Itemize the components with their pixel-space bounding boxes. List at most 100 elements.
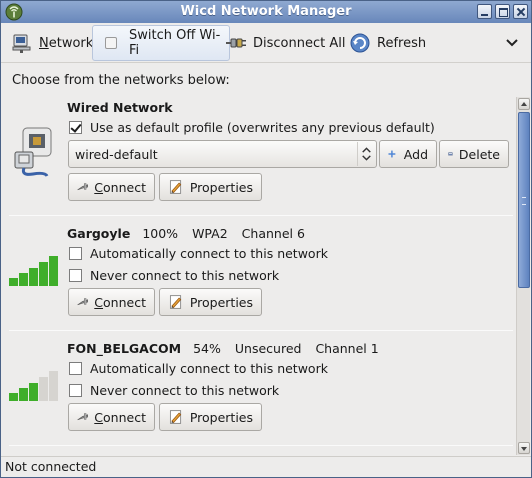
add-profile-button[interactable]: Add [379, 140, 437, 168]
wired-profile-select[interactable]: wired-default [68, 140, 377, 168]
toolbar: Network Switch Off Wi-Fi Disconnect All [1, 23, 531, 63]
properties-icon [169, 295, 182, 309]
properties-button[interactable]: Properties [159, 288, 262, 316]
wifi-label: Switch Off Wi-Fi [129, 28, 221, 58]
properties-button[interactable]: Properties [159, 403, 262, 431]
delete-label: Delete [458, 146, 500, 162]
default-profile-checkbox[interactable] [69, 121, 82, 134]
connect-accel: C [94, 294, 104, 310]
network-name: Gargoyle [67, 226, 131, 241]
title-bar[interactable]: Wicd Network Manager [1, 1, 531, 23]
network-strength: 100% [142, 226, 179, 241]
signal-bar [29, 268, 38, 286]
signal-bar [9, 278, 18, 286]
wifi-network-entry: FON_BELGACOM 54% Unsecured Channel 1 Automa… [5, 339, 513, 444]
add-label: Add [403, 146, 428, 162]
auto-connect-checkbox[interactable] [69, 362, 82, 375]
disconnect-all-button[interactable]: Disconnect All [219, 25, 351, 61]
network-info-line: Gargoyle 100% WPA2 Channel 6 [67, 226, 319, 241]
wifi-toggle-icon [103, 35, 119, 51]
signal-strength-icon [9, 256, 58, 286]
signal-bar [49, 371, 58, 401]
properties-label: Properties [189, 179, 253, 195]
network-icon [12, 34, 31, 53]
default-profile-row[interactable]: Use as default profile (overwrites any p… [69, 120, 435, 135]
network-list[interactable]: Wired Network Use as default profile (ov… [5, 96, 513, 455]
delete-icon [448, 152, 453, 156]
signal-bar [19, 273, 28, 286]
status-bar: Not connected [1, 456, 531, 477]
maximize-button[interactable] [495, 4, 510, 19]
network-security: WPA2 [192, 226, 228, 241]
network-accel: N [39, 35, 49, 51]
auto-connect-checkbox[interactable] [69, 247, 82, 260]
properties-label: Properties [189, 294, 253, 310]
never-connect-checkbox[interactable] [69, 269, 82, 282]
network-menu-button[interactable]: Network [5, 25, 99, 61]
scroll-down-button[interactable] [518, 442, 530, 454]
chevron-down-icon [506, 39, 518, 47]
properties-icon [169, 180, 182, 194]
switch-off-wifi-button[interactable]: Switch Off Wi-Fi [92, 25, 230, 61]
connect-accel: C [94, 409, 104, 425]
wired-network-title: Wired Network [67, 100, 173, 115]
plus-icon [388, 150, 396, 158]
auto-connect-row[interactable]: Automatically connect to this network [69, 361, 328, 376]
auto-connect-row[interactable]: Automatically connect to this network [69, 246, 328, 261]
plug-icon [226, 38, 246, 48]
refresh-label: Refresh [377, 35, 427, 51]
properties-icon [169, 410, 182, 424]
never-connect-row[interactable]: Never connect to this network [69, 383, 279, 398]
default-profile-label: Use as default profile (overwrites any p… [90, 120, 435, 135]
signal-bar [29, 383, 38, 401]
network-channel: Channel 6 [241, 226, 305, 241]
refresh-icon [350, 33, 370, 53]
properties-label: Properties [189, 409, 253, 425]
signal-strength-icon [9, 371, 58, 401]
refresh-button[interactable]: Refresh [343, 25, 432, 61]
toolbar-overflow-button[interactable] [499, 25, 525, 61]
network-strength: 54% [193, 341, 221, 356]
network-info-line: FON_BELGACOM 54% Unsecured Channel 1 [67, 341, 393, 356]
network-security: Unsecured [234, 341, 302, 356]
auto-connect-label: Automatically connect to this network [90, 361, 328, 376]
disconnect-label: Disconnect All [253, 35, 346, 51]
wired-network-icon [14, 127, 52, 177]
never-connect-checkbox[interactable] [69, 384, 82, 397]
wired-connect-button[interactable]: Connect [68, 173, 155, 201]
connect-label: onnect [103, 179, 146, 195]
separator [9, 330, 513, 331]
connect-icon [77, 183, 89, 191]
connect-accel: C [94, 179, 104, 195]
connect-icon [77, 298, 89, 306]
network-label: etwork [48, 35, 94, 51]
wired-properties-button[interactable]: Properties [159, 173, 262, 201]
signal-bar [39, 377, 48, 401]
never-connect-row[interactable]: Never connect to this network [69, 268, 279, 283]
never-connect-label: Never connect to this network [90, 383, 280, 398]
network-channel: Channel 1 [315, 341, 379, 356]
scrollbar-thumb[interactable] [518, 112, 530, 288]
delete-profile-button[interactable]: Delete [439, 140, 509, 168]
separator [9, 215, 513, 216]
signal-bar [49, 256, 58, 286]
window-title: Wicd Network Manager [180, 4, 352, 19]
vertical-scrollbar[interactable] [516, 97, 530, 455]
scroll-up-button[interactable] [518, 98, 530, 110]
wired-network-entry: Wired Network Use as default profile (ov… [5, 96, 513, 210]
select-arrows-icon [357, 142, 371, 166]
connect-label: onnect [103, 409, 146, 425]
never-connect-label: Never connect to this network [90, 268, 280, 283]
minimize-button[interactable] [477, 4, 492, 19]
status-text: Not connected [5, 459, 97, 474]
connect-button[interactable]: Connect [68, 403, 155, 431]
signal-bar [39, 262, 48, 286]
close-button[interactable] [513, 4, 528, 19]
connect-button[interactable]: Connect [68, 288, 155, 316]
separator [9, 445, 513, 446]
signal-bar [19, 388, 28, 401]
wifi-network-entry: Gargoyle 100% WPA2 Channel 6 Automatically … [5, 224, 513, 329]
network-list-heading: Choose from the networks below: [12, 73, 230, 88]
network-name: FON_BELGACOM [67, 341, 182, 356]
connect-label: onnect [103, 294, 146, 310]
